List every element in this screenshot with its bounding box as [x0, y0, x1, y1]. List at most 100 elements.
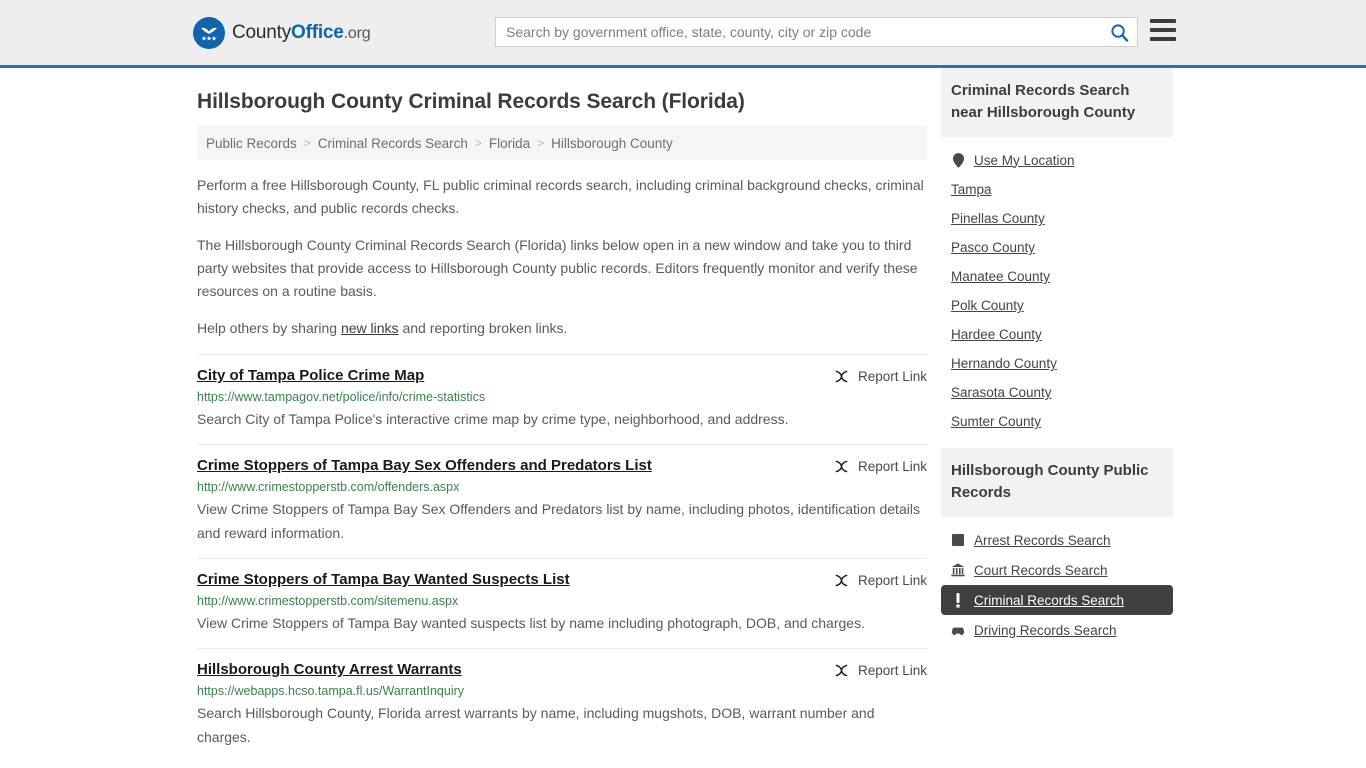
eagle-emblem-icon [193, 16, 225, 49]
logo-text-prefix: County [232, 21, 292, 43]
broken-link-icon [835, 574, 848, 587]
main-content: Hillsborough County Criminal Records Sea… [197, 68, 927, 762]
broken-link-icon [835, 664, 848, 677]
breadcrumb-separator-icon: > [303, 136, 311, 150]
sidebar-record-label[interactable]: Driving Records Search [974, 623, 1117, 638]
sidebar-record-label[interactable]: Court Records Search [974, 563, 1108, 578]
result-url: https://www.tampagov.net/police/info/cri… [197, 390, 486, 404]
result-description: Search Hillsborough County, Florida arre… [197, 705, 875, 745]
report-link-button[interactable]: Report Link [833, 367, 927, 385]
fingerprint-icon [951, 532, 965, 548]
page-title: Hillsborough County Criminal Records Sea… [197, 90, 745, 113]
intro-paragraph-3: Help others by sharing new links and rep… [197, 317, 927, 340]
sidebar-place-label[interactable]: Hardee County [951, 327, 1042, 342]
sidebar-public-records-heading: Hillsborough County Public Records [941, 448, 1173, 517]
search-icon [1110, 23, 1128, 42]
report-link-label: Report Link [857, 663, 927, 678]
hamburger-bar [1150, 28, 1176, 32]
breadcrumb-item-hillsborough-county[interactable]: Hillsborough County [551, 136, 673, 151]
sidebar-place-label[interactable]: Manatee County [951, 269, 1050, 284]
sidebar-public-records-list: Arrest Records Search Court Records Sear… [941, 517, 1173, 651]
intro-p3-after: and reporting broken links. [398, 320, 568, 336]
hamburger-menu-icon[interactable] [1150, 19, 1176, 41]
sidebar-item-hardee-county[interactable]: Hardee County [941, 320, 1173, 349]
sidebar-panel-nearby: Criminal Records Search near Hillsboroug… [941, 68, 1173, 442]
report-link-button[interactable]: Report Link [833, 457, 927, 475]
hamburger-bar [1150, 37, 1176, 41]
intro-section: Perform a free Hillsborough County, FL p… [197, 174, 927, 340]
breadcrumb-separator-icon: > [537, 136, 545, 150]
sidebar-item-use-my-location[interactable]: Use My Location [941, 145, 1173, 175]
sidebar-nearby-list: Use My Location Tampa Pinellas County Pa… [941, 137, 1173, 442]
sidebar-item-driving-records-search[interactable]: Driving Records Search [941, 615, 1173, 645]
intro-paragraph-2: The Hillsborough County Criminal Records… [197, 237, 918, 299]
sidebar-item-hernando-county[interactable]: Hernando County [941, 349, 1173, 378]
logo-text-bold: Office [291, 21, 344, 43]
sidebar: Criminal Records Search near Hillsboroug… [941, 68, 1173, 762]
intro-p3-before: Help others by sharing [197, 320, 341, 336]
logo-text-suffix: .org [343, 24, 371, 42]
sidebar-item-tampa[interactable]: Tampa [941, 175, 1173, 204]
sidebar-place-label[interactable]: Hernando County [951, 356, 1057, 371]
sidebar-item-pasco-county[interactable]: Pasco County [941, 233, 1173, 262]
breadcrumb-item-florida[interactable]: Florida [489, 136, 530, 151]
sidebar-record-label[interactable]: Criminal Records Search [974, 593, 1124, 608]
sidebar-item-manatee-county[interactable]: Manatee County [941, 262, 1173, 291]
result-title-link[interactable]: Crime Stoppers of Tampa Bay Sex Offender… [197, 457, 664, 474]
new-links-link[interactable]: new links [341, 320, 399, 336]
sidebar-item-sumter-county[interactable]: Sumter County [941, 407, 1173, 436]
broken-link-icon [835, 460, 848, 473]
courthouse-icon [951, 562, 965, 578]
sidebar-place-label[interactable]: Polk County [951, 298, 1024, 313]
logo-text: CountyOffice.org [232, 21, 371, 44]
sidebar-panel-public-records: Hillsborough County Public Records Arres… [941, 448, 1173, 651]
sidebar-nearby-heading: Criminal Records Search near Hillsboroug… [941, 68, 1173, 137]
result-url: https://webapps.hcso.tampa.fl.us/Warrant… [197, 684, 465, 698]
result-item: City of Tampa Police Crime Map Report Li… [197, 354, 927, 444]
result-description: View Crime Stoppers of Tampa Bay wanted … [197, 615, 865, 631]
sidebar-item-criminal-records-search[interactable]: Criminal Records Search [941, 585, 1173, 615]
sidebar-record-label[interactable]: Arrest Records Search [974, 533, 1111, 548]
site-header: CountyOffice.org [0, 0, 1366, 68]
result-title-link[interactable]: Crime Stoppers of Tampa Bay Wanted Suspe… [197, 571, 582, 588]
sidebar-item-arrest-records-search[interactable]: Arrest Records Search [941, 525, 1173, 555]
page-body: Hillsborough County Criminal Records Sea… [0, 68, 1366, 762]
sidebar-place-label[interactable]: Pasco County [951, 240, 1035, 255]
result-description: View Crime Stoppers of Tampa Bay Sex Off… [197, 501, 920, 541]
sidebar-item-sarasota-county[interactable]: Sarasota County [941, 378, 1173, 407]
search-button[interactable] [1101, 18, 1137, 46]
result-item: Crime Stoppers of Tampa Bay Sex Offender… [197, 444, 927, 558]
breadcrumb: Public Records > Criminal Records Search… [197, 126, 927, 160]
report-link-button[interactable]: Report Link [833, 661, 927, 679]
use-my-location-label[interactable]: Use My Location [974, 153, 1075, 168]
result-title-link[interactable]: City of Tampa Police Crime Map [197, 367, 436, 384]
alert-icon [951, 592, 965, 608]
sidebar-place-label[interactable]: Sumter County [951, 414, 1041, 429]
search-bar[interactable] [495, 17, 1138, 47]
sidebar-place-label[interactable]: Tampa [951, 182, 992, 197]
sidebar-place-label[interactable]: Pinellas County [951, 211, 1045, 226]
hamburger-bar [1150, 19, 1176, 23]
breadcrumb-item-criminal-records-search[interactable]: Criminal Records Search [318, 136, 468, 151]
result-title-link[interactable]: Hillsborough County Arrest Warrants [197, 661, 474, 678]
report-link-label: Report Link [857, 459, 927, 474]
search-input[interactable] [496, 18, 1101, 46]
intro-paragraph-1: Perform a free Hillsborough County, FL p… [197, 177, 924, 216]
result-item: Hillsborough County Arrest Warrants Repo… [197, 648, 927, 762]
sidebar-place-label[interactable]: Sarasota County [951, 385, 1052, 400]
broken-link-icon [835, 370, 848, 383]
result-header: City of Tampa Police Crime Map Report Li… [197, 367, 927, 385]
sidebar-item-court-records-search[interactable]: Court Records Search [941, 555, 1173, 585]
map-pin-icon [951, 152, 965, 168]
result-header: Crime Stoppers of Tampa Bay Wanted Suspe… [197, 571, 927, 589]
breadcrumb-separator-icon: > [474, 136, 482, 150]
sidebar-item-polk-county[interactable]: Polk County [941, 291, 1173, 320]
sidebar-item-pinellas-county[interactable]: Pinellas County [941, 204, 1173, 233]
site-logo[interactable]: CountyOffice.org [193, 16, 371, 49]
result-url: http://www.crimestopperstb.com/sitemenu.… [197, 594, 459, 608]
result-header: Crime Stoppers of Tampa Bay Sex Offender… [197, 457, 927, 475]
result-description: Search City of Tampa Police's interactiv… [197, 411, 789, 427]
breadcrumb-item-public-records[interactable]: Public Records [206, 136, 297, 151]
result-item: Crime Stoppers of Tampa Bay Wanted Suspe… [197, 558, 927, 648]
report-link-button[interactable]: Report Link [833, 571, 927, 589]
